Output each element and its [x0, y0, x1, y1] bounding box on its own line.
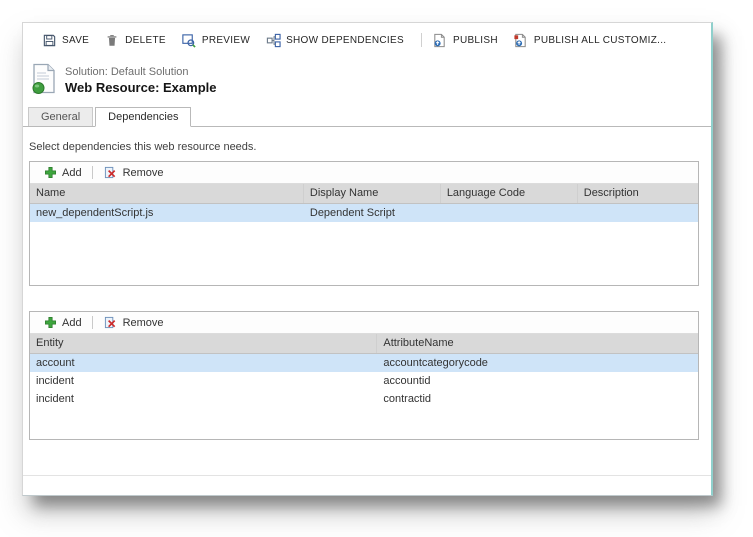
web-resource-window: SAVE DELETE PREVIEW SHOW DEPENDENCIES PU…	[22, 22, 713, 496]
attributes-grid-toolbar: Add Remove	[30, 312, 698, 334]
dependencies-grid-toolbar: Add Remove	[30, 162, 698, 184]
grid-cell	[441, 204, 578, 222]
add-label: Add	[62, 166, 82, 179]
save-icon	[41, 32, 57, 48]
show-dependencies-label: SHOW DEPENDENCIES	[286, 34, 404, 46]
grid-cell: contractid	[383, 393, 432, 405]
add-icon	[42, 165, 58, 181]
preview-label: PREVIEW	[201, 34, 251, 46]
web-resource-icon	[31, 63, 57, 95]
toolbar-separator	[91, 316, 93, 329]
grid-cell: incident	[36, 375, 74, 387]
save-button[interactable]: SAVE	[41, 32, 89, 48]
table-row[interactable]: incident contractid	[30, 390, 698, 408]
column-header[interactable]: Display Name	[304, 184, 441, 203]
save-label: SAVE	[62, 34, 90, 46]
remove-dependency-button[interactable]: Remove	[97, 165, 170, 181]
tab-dependencies[interactable]: Dependencies	[95, 107, 192, 127]
preview-icon	[181, 32, 197, 48]
remove-label: Remove	[122, 166, 164, 179]
add-attribute-button[interactable]: Add	[36, 315, 88, 331]
grid-cell: incident	[36, 393, 74, 405]
add-dependency-button[interactable]: Add	[36, 165, 88, 181]
tab-general[interactable]: General	[28, 107, 94, 126]
grid-cell: account	[36, 357, 75, 369]
dependencies-grid: Add Remove Name Display Name Language Code…	[29, 161, 699, 286]
title-row: Solution: Default Solution Web Resource:…	[23, 57, 711, 103]
delete-button[interactable]: DELETE	[104, 32, 166, 48]
command-bar-separator	[420, 33, 422, 47]
delete-icon	[104, 32, 120, 48]
column-header[interactable]: Name	[30, 184, 304, 203]
table-row[interactable]: new_dependentScript.js Dependent Script	[30, 204, 698, 222]
breadcrumb-solution: Solution: Default Solution	[65, 66, 189, 78]
publish-button[interactable]: PUBLISH	[432, 32, 498, 48]
publish-label: PUBLISH	[452, 34, 498, 46]
column-header[interactable]: Description	[578, 184, 698, 203]
grid-cell: Dependent Script	[309, 207, 395, 219]
grid-header-row: Name Display Name Language Code Description	[30, 184, 698, 204]
attributes-grid: Add Remove Entity AttributeName account ac…	[29, 311, 699, 440]
grid-cell: new_dependentScript.js	[36, 207, 154, 219]
grid-body: account accountcategorycode incident accoun…	[30, 354, 698, 408]
publish-all-button[interactable]: PUBLISH ALL CUSTOMIZ...	[513, 32, 667, 48]
column-header[interactable]: Entity	[30, 334, 378, 353]
command-bar: SAVE DELETE PREVIEW SHOW DEPENDENCIES PU…	[23, 23, 711, 57]
preview-button[interactable]: PREVIEW	[181, 32, 250, 48]
grid-body: new_dependentScript.js Dependent Script	[30, 204, 698, 222]
show-dependencies-icon	[265, 32, 281, 48]
remove-icon	[103, 315, 119, 331]
grid-cell: accountcategorycode	[383, 357, 488, 369]
table-row[interactable]: account accountcategorycode	[30, 354, 698, 372]
add-label: Add	[62, 316, 82, 329]
grid-cell: accountid	[383, 375, 431, 387]
instruction-text: Select dependencies this web resource ne…	[29, 141, 257, 153]
page-title: Web Resource: Example	[65, 80, 217, 95]
publish-all-icon	[513, 32, 529, 48]
grid-cell	[578, 204, 698, 222]
column-header[interactable]: Language Code	[441, 184, 578, 203]
add-icon	[42, 315, 58, 331]
tab-strip: General Dependencies	[23, 103, 711, 127]
publish-icon	[432, 32, 448, 48]
show-dependencies-button[interactable]: SHOW DEPENDENCIES	[265, 32, 404, 48]
grid-header-row: Entity AttributeName	[30, 334, 698, 354]
dependencies-tab-panel: Select dependencies this web resource ne…	[23, 127, 711, 476]
remove-attribute-button[interactable]: Remove	[97, 315, 170, 331]
toolbar-separator	[91, 166, 93, 179]
delete-label: DELETE	[125, 34, 166, 46]
publish-all-label: PUBLISH ALL CUSTOMIZ...	[533, 34, 667, 46]
table-row[interactable]: incident accountid	[30, 372, 698, 390]
remove-icon	[103, 165, 119, 181]
column-header[interactable]: AttributeName	[377, 334, 698, 353]
remove-label: Remove	[122, 316, 164, 329]
